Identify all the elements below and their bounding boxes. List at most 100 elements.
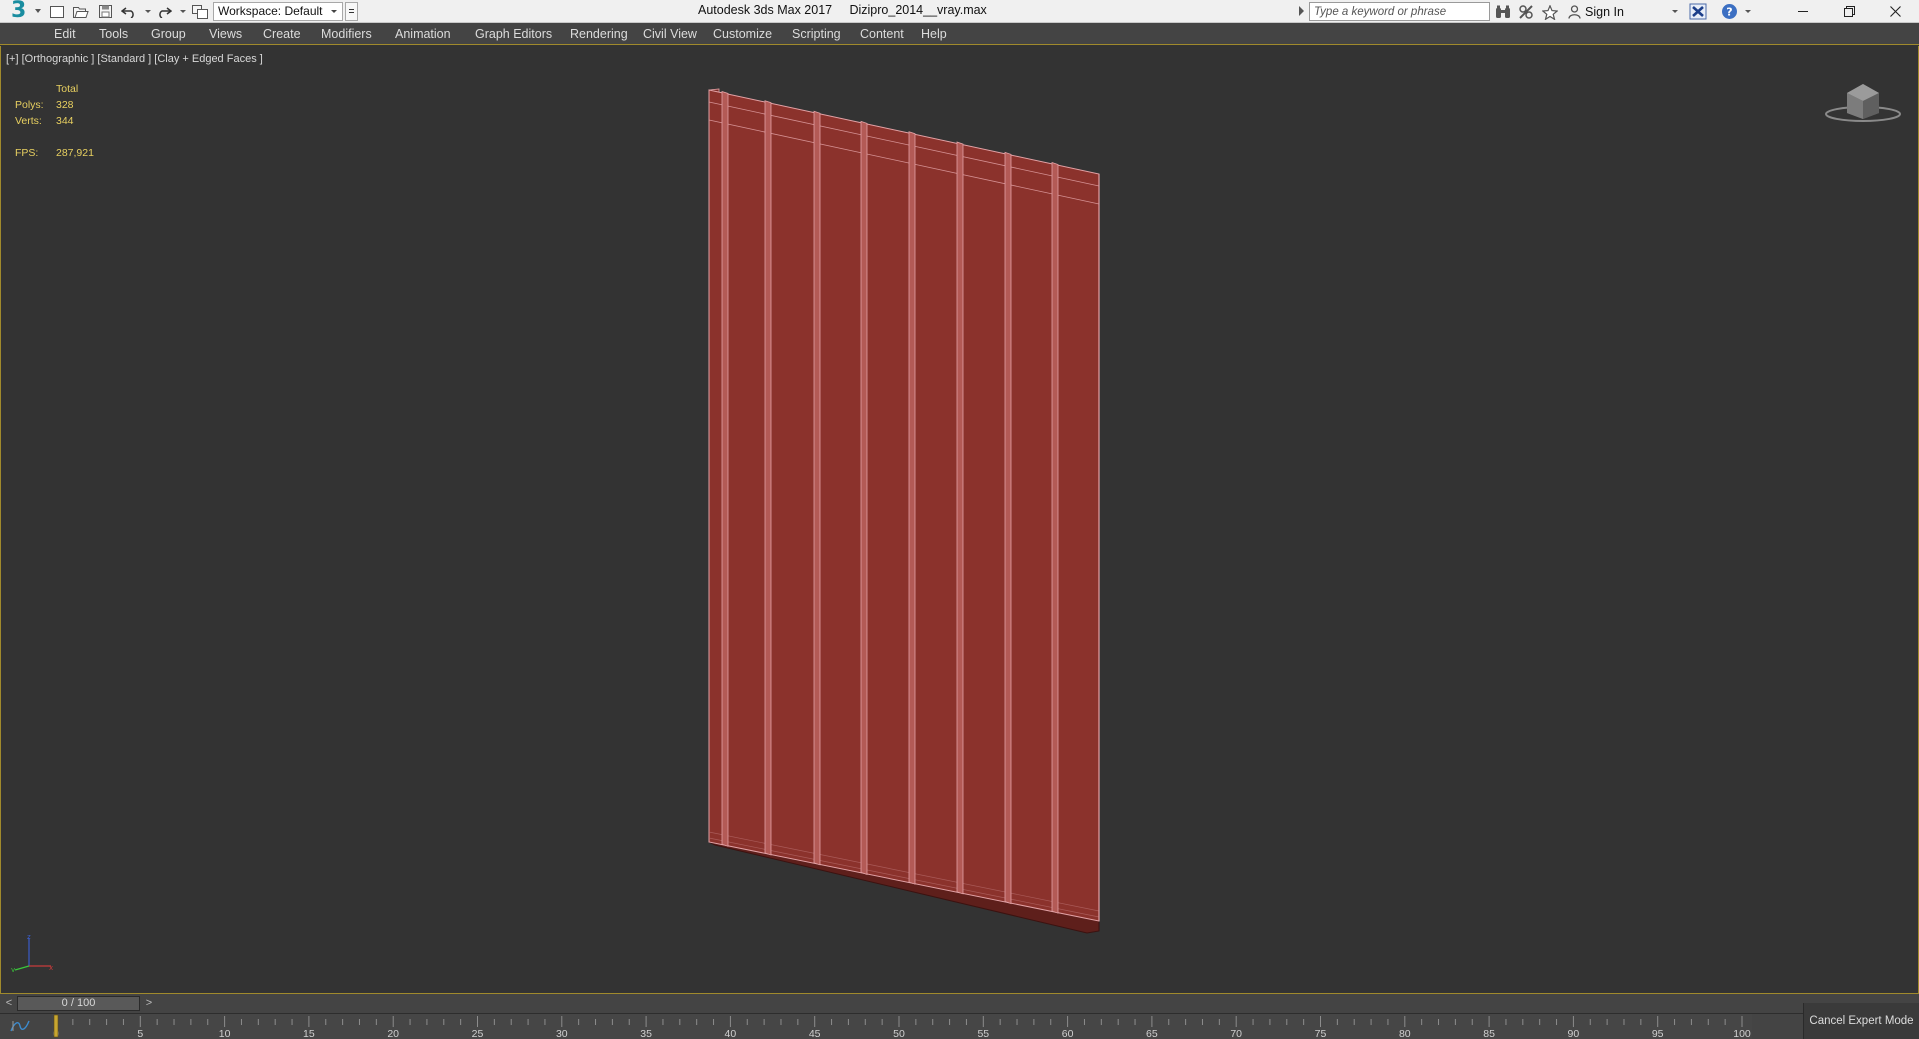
workspace-label: Workspace: Default bbox=[218, 4, 323, 18]
menu-scripting[interactable]: Scripting bbox=[792, 27, 841, 41]
menu-help[interactable]: Help bbox=[921, 27, 947, 41]
polys-value: 328 bbox=[56, 99, 74, 111]
undo-icon[interactable] bbox=[120, 3, 138, 20]
viewcube-icon[interactable] bbox=[1823, 79, 1903, 124]
workspace-dropdown[interactable]: Workspace: Default bbox=[213, 2, 343, 21]
new-file-icon[interactable] bbox=[48, 3, 66, 20]
menu-group[interactable]: Group bbox=[151, 27, 186, 41]
frame-label: 35 bbox=[640, 1028, 652, 1039]
expand-search-icon[interactable] bbox=[1299, 6, 1304, 16]
application-menu-button[interactable]: 3 bbox=[4, 0, 41, 23]
time-slider-bar: < 0 / 100 > bbox=[0, 994, 1919, 1013]
window-title: Autodesk 3ds Max 2017 Dizipro_2014__vray… bbox=[698, 3, 987, 17]
frame-label: 100 bbox=[1733, 1028, 1751, 1039]
verts-value: 344 bbox=[56, 115, 74, 127]
svg-text:?: ? bbox=[1726, 6, 1732, 19]
menu-animation[interactable]: Animation bbox=[395, 27, 451, 41]
panel-groove-7[interactable] bbox=[1004, 151, 1012, 905]
menu-customize[interactable]: Customize bbox=[713, 27, 772, 41]
panel-groove-1[interactable] bbox=[721, 90, 729, 847]
menu-bar: Edit Tools Group Views Create Modifiers … bbox=[0, 23, 1919, 45]
frame-label: 25 bbox=[472, 1028, 484, 1039]
close-button[interactable] bbox=[1872, 0, 1918, 23]
curve-editor-icon[interactable] bbox=[10, 1019, 30, 1033]
app-window: 3 Workspace: Default Autodesk 3ds Max 20… bbox=[0, 0, 1919, 1039]
time-slider[interactable]: 0 / 100 bbox=[17, 996, 140, 1011]
menu-modifiers[interactable]: Modifiers bbox=[321, 27, 372, 41]
menu-civil-view[interactable]: Civil View bbox=[643, 27, 697, 41]
scene-canvas[interactable] bbox=[1, 46, 1918, 992]
track-bar[interactable]: 0510152025303540455055606570758085909510… bbox=[0, 1013, 1919, 1039]
panel-groove-6[interactable] bbox=[956, 141, 964, 895]
menu-graph-editors[interactable]: Graph Editors bbox=[475, 27, 552, 41]
frame-label: 15 bbox=[303, 1028, 315, 1039]
project-folder-icon[interactable] bbox=[191, 3, 209, 20]
search-input[interactable] bbox=[1309, 2, 1490, 21]
help-icon[interactable]: ? bbox=[1721, 3, 1739, 20]
restore-button[interactable] bbox=[1826, 0, 1872, 23]
undo-dropdown-icon[interactable] bbox=[145, 10, 151, 13]
menu-rendering[interactable]: Rendering bbox=[570, 27, 628, 41]
panel-groove-3[interactable] bbox=[813, 110, 821, 866]
frame-label: 95 bbox=[1652, 1028, 1664, 1039]
frame-label: 10 bbox=[219, 1028, 231, 1039]
frame-label: 85 bbox=[1483, 1028, 1495, 1039]
frame-label: 65 bbox=[1146, 1028, 1158, 1039]
frame-label: 55 bbox=[977, 1028, 989, 1039]
track-bar-ruler[interactable]: 0510152025303540455055606570758085909510… bbox=[0, 1014, 1803, 1039]
sign-in-label: Sign In bbox=[1585, 5, 1624, 19]
binoculars-icon[interactable] bbox=[1494, 3, 1512, 21]
star-icon[interactable] bbox=[1541, 3, 1559, 21]
svg-text:z: z bbox=[27, 933, 31, 941]
user-icon bbox=[1568, 5, 1581, 19]
cancel-expert-mode-button[interactable]: Cancel Expert Mode bbox=[1803, 1003, 1919, 1039]
chevron-down-icon[interactable] bbox=[1745, 10, 1751, 13]
customize-quick-access-button[interactable] bbox=[345, 2, 358, 21]
frame-label: 30 bbox=[556, 1028, 568, 1039]
viewport-label-menu[interactable]: [+] [Orthographic ] [Standard ] [Clay + … bbox=[6, 53, 263, 65]
minimize-button[interactable] bbox=[1780, 0, 1826, 23]
menu-tools[interactable]: Tools bbox=[99, 27, 128, 41]
chevron-down-icon bbox=[35, 9, 41, 13]
menu-create[interactable]: Create bbox=[263, 27, 301, 41]
menu-content[interactable]: Content bbox=[860, 27, 904, 41]
menu-views[interactable]: Views bbox=[209, 27, 242, 41]
sign-in-button[interactable]: Sign In bbox=[1568, 3, 1624, 21]
app-logo-icon: 3 bbox=[11, 0, 27, 23]
menu-edit[interactable]: Edit bbox=[54, 27, 76, 41]
panel-groove-2[interactable] bbox=[764, 100, 772, 856]
frame-label: 5 bbox=[137, 1028, 143, 1039]
title-bar: 3 Workspace: Default Autodesk 3ds Max 20… bbox=[0, 0, 1919, 23]
panel-groove-4[interactable] bbox=[860, 120, 868, 875]
polys-label: Polys: bbox=[15, 99, 44, 111]
frame-label: 80 bbox=[1399, 1028, 1411, 1039]
axis-tripod-icon: z x y bbox=[11, 933, 53, 972]
frame-label: 60 bbox=[1062, 1028, 1074, 1039]
communication-center-icon[interactable] bbox=[1517, 3, 1535, 21]
current-frame-marker bbox=[53, 1014, 59, 1038]
frame-label: 45 bbox=[809, 1028, 821, 1039]
autodesk-exchange-icon[interactable] bbox=[1689, 3, 1707, 20]
wooden-panel-object[interactable] bbox=[708, 88, 1100, 934]
redo-icon[interactable] bbox=[155, 3, 173, 20]
frame-label: 70 bbox=[1230, 1028, 1242, 1039]
fps-label: FPS: bbox=[15, 147, 39, 159]
fps-value: 287,921 bbox=[56, 147, 94, 159]
panel-groove-5[interactable] bbox=[908, 131, 916, 885]
chevron-down-icon bbox=[331, 10, 337, 13]
panel-groove-8[interactable] bbox=[1051, 161, 1059, 914]
previous-frame-button[interactable]: < bbox=[2, 996, 16, 1011]
restore-icon bbox=[1843, 6, 1855, 17]
stats-header: Total bbox=[56, 83, 79, 95]
perspective-viewport[interactable]: [+] [Orthographic ] [Standard ] [Clay + … bbox=[0, 46, 1919, 994]
chevron-down-icon[interactable] bbox=[1672, 10, 1678, 13]
frame-label: 75 bbox=[1315, 1028, 1327, 1039]
save-icon[interactable] bbox=[96, 3, 114, 20]
svg-text:x: x bbox=[49, 964, 53, 972]
close-icon bbox=[1889, 6, 1901, 17]
next-frame-button[interactable]: > bbox=[142, 996, 156, 1011]
redo-dropdown-icon[interactable] bbox=[180, 10, 186, 13]
frame-label: 50 bbox=[893, 1028, 905, 1039]
open-file-icon[interactable] bbox=[72, 3, 90, 20]
frame-label: 20 bbox=[387, 1028, 399, 1039]
